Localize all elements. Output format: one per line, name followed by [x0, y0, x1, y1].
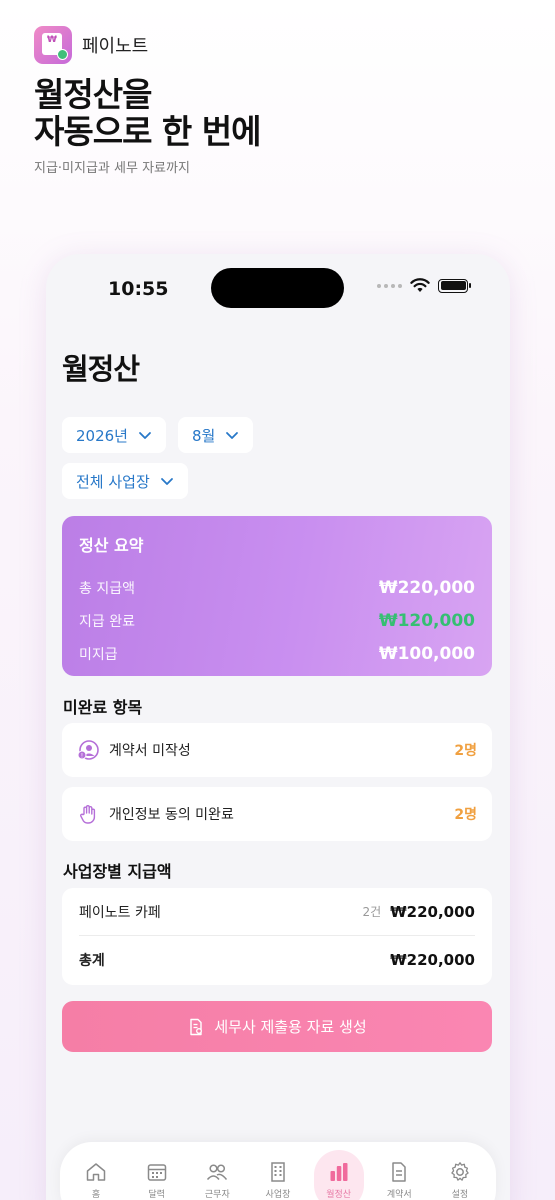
summary-row-paid: 지급 완료 ₩120,000	[79, 610, 475, 631]
phone-frame: 10:55 월정산 2026년 8월 전체 사업장 정산 요약 총 지급액 ₩2…	[46, 254, 510, 1200]
summary-card: 정산 요약 총 지급액 ₩220,000 지급 완료 ₩120,000 미지급 …	[62, 516, 492, 676]
summary-row-total: 총 지급액 ₩220,000	[79, 577, 475, 598]
document-icon	[392, 1162, 407, 1182]
incomplete-item-privacy[interactable]: 개인정보 동의 미완료 2명	[62, 787, 492, 841]
tab-workers[interactable]: 근무자	[188, 1142, 246, 1200]
workplace-select[interactable]: 전체 사업장	[62, 463, 188, 499]
summary-title: 정산 요약	[79, 536, 144, 555]
incomplete-section-title: 미완료 항목	[63, 698, 143, 717]
tab-contracts[interactable]: 계약서	[370, 1142, 428, 1200]
battery-icon	[438, 278, 471, 293]
contract-user-icon: !	[77, 740, 99, 760]
building-icon	[271, 1162, 285, 1182]
signal-icon	[377, 283, 402, 288]
hero-subtitle: 지급·미지급과 세무 자료까지	[34, 161, 190, 176]
total-row: 총계 ₩220,000	[79, 951, 475, 969]
tab-monthly-settlement[interactable]: 월정산	[310, 1142, 368, 1200]
workers-icon	[207, 1164, 228, 1181]
table-row[interactable]: 페이노트 카페 2건 ₩220,000	[79, 888, 475, 936]
year-select[interactable]: 2026년	[62, 417, 166, 453]
svg-text:!: !	[81, 753, 83, 760]
month-select[interactable]: 8월	[178, 417, 254, 453]
chevron-down-icon	[160, 478, 173, 485]
dynamic-island	[211, 268, 344, 308]
calendar-icon	[147, 1164, 166, 1181]
generate-tax-report-button[interactable]: 세무사 제출용 자료 생성	[62, 1001, 492, 1052]
tab-settings[interactable]: 설정	[431, 1142, 489, 1200]
app-logo-icon: ₩	[34, 26, 72, 64]
chart-bar-icon	[330, 1163, 348, 1181]
wifi-icon	[410, 278, 430, 292]
page-title: 월정산	[62, 352, 140, 386]
chevron-down-icon	[139, 432, 151, 439]
month-select-label: 8월	[192, 426, 216, 445]
hand-icon	[80, 805, 96, 824]
status-icons	[377, 278, 471, 293]
incomplete-item-contract[interactable]: ! 계약서 미작성 2명	[62, 723, 492, 777]
tab-home[interactable]: 홈	[67, 1142, 125, 1200]
document-search-icon	[190, 1018, 203, 1035]
brand: ₩ 페이노트	[34, 26, 148, 64]
by-business-section-title: 사업장별 지급액	[63, 862, 172, 881]
tab-calendar[interactable]: 달력	[128, 1142, 186, 1200]
summary-row-unpaid: 미지급 ₩100,000	[79, 643, 475, 664]
gear-icon	[451, 1162, 469, 1181]
generate-tax-report-label: 세무사 제출용 자료 생성	[214, 1018, 367, 1036]
brand-name: 페이노트	[82, 36, 149, 57]
business-amount-card: 페이노트 카페 2건 ₩220,000 총계 ₩220,000	[62, 888, 492, 985]
bottom-tab-bar: 홈 달력 근무자 사업장 월정산 계약서 설정	[60, 1142, 496, 1200]
chevron-down-icon	[226, 432, 239, 439]
tab-workplace[interactable]: 사업장	[249, 1142, 307, 1200]
workplace-select-label: 전체 사업장	[76, 472, 150, 491]
home-icon	[86, 1163, 106, 1181]
hero-title: 월정산을 자동으로 한 번에	[34, 75, 261, 151]
status-time: 10:55	[108, 278, 169, 300]
year-select-label: 2026년	[76, 426, 128, 445]
